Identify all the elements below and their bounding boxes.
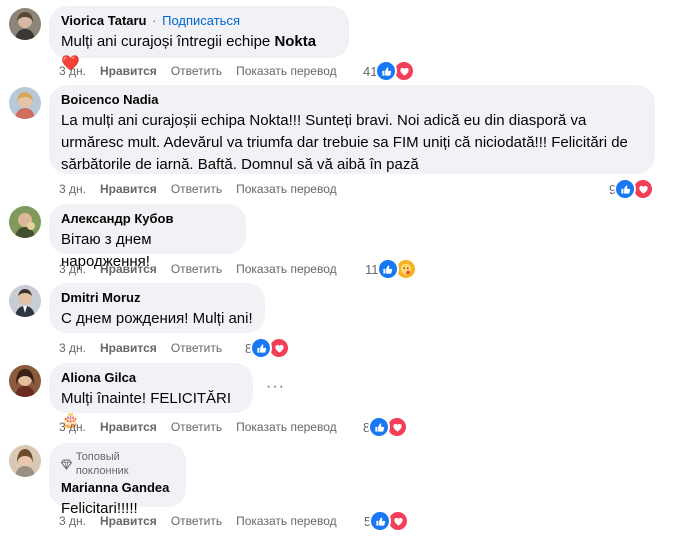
reactions[interactable]: 11: [365, 258, 417, 280]
like-button[interactable]: Нравится: [100, 341, 157, 355]
like-icon: [376, 258, 399, 280]
author-name[interactable]: Viorica Tataru: [61, 13, 147, 28]
reactions[interactable]: 41: [363, 60, 416, 82]
author-name[interactable]: Aliona Gilca: [61, 370, 136, 385]
reactions[interactable]: 5: [364, 510, 410, 532]
translate-button[interactable]: Показать перевод: [236, 420, 337, 434]
translate-button[interactable]: Показать перевод: [236, 182, 337, 196]
reply-button[interactable]: Ответить: [171, 420, 222, 434]
translate-button[interactable]: Показать перевод: [236, 64, 337, 78]
comment-actions: 3 дн. Нравится Ответить Показать перевод: [59, 420, 351, 434]
avatar[interactable]: [9, 445, 41, 477]
like-icon: [614, 178, 637, 200]
like-button[interactable]: Нравится: [100, 182, 157, 196]
avatar[interactable]: [9, 365, 41, 397]
like-icon: [368, 416, 391, 438]
reply-button[interactable]: Ответить: [171, 182, 222, 196]
timestamp[interactable]: 3 дн.: [59, 182, 86, 196]
like-button[interactable]: Нравится: [100, 514, 157, 528]
badge-label: Топовый поклонник: [75, 451, 129, 477]
comment-actions: 3 дн. Нравится Ответить: [59, 341, 236, 355]
comment-bubble: Aliona Gilca Mulți înainte! FELICITĂRI 🎂: [49, 363, 253, 429]
comment-bubble: Dmitri Moruz С днем рождения! Mulți ani!: [49, 283, 265, 333]
timestamp[interactable]: 3 дн.: [59, 341, 86, 355]
comment-actions: 3 дн. Нравится Ответить Показать перевод: [59, 514, 351, 528]
comment-text-part: Mulți ani curajoși întregii echipe: [61, 33, 275, 50]
comment-bubble: Топовый поклонник Marianna Gandea Felici…: [49, 443, 186, 517]
translate-button[interactable]: Показать перевод: [236, 514, 337, 528]
timestamp[interactable]: 3 дн.: [59, 514, 86, 528]
reply-button[interactable]: Ответить: [171, 514, 222, 528]
top-fan-badge: Топовый поклонник: [61, 450, 174, 478]
comment-actions: 3 дн. Нравится Ответить Показать перевод: [59, 182, 351, 196]
author-name[interactable]: Dmitri Moruz: [61, 290, 140, 305]
reactions[interactable]: 8: [363, 416, 409, 438]
separator: ·: [152, 13, 157, 28]
avatar[interactable]: [9, 206, 41, 238]
reply-button[interactable]: Ответить: [171, 341, 222, 355]
avatar[interactable]: [9, 285, 41, 317]
author-name[interactable]: Александр Кубов: [61, 211, 173, 226]
comment-bubble: Boicenco Nadia La mulți ani curajoșii ec…: [49, 85, 655, 174]
reply-button[interactable]: Ответить: [171, 262, 222, 276]
reactions[interactable]: 9: [609, 178, 655, 200]
like-icon: [375, 60, 398, 82]
subscribe-link[interactable]: Подписаться: [162, 13, 240, 28]
like-icon: [369, 510, 392, 532]
comment-text-part: Mulți înainte! FELICITĂRI: [61, 390, 232, 407]
diamond-icon: [61, 458, 72, 470]
avatar[interactable]: [9, 87, 41, 119]
like-button[interactable]: Нравится: [100, 262, 157, 276]
author-name[interactable]: Boicenco Nadia: [61, 92, 159, 107]
comment-bubble: Viorica Tataru · Подписаться Mulți ani c…: [49, 6, 349, 72]
comment-actions: 3 дн. Нравится Ответить Показать перевод: [59, 262, 351, 276]
more-options-icon[interactable]: ···: [266, 378, 285, 396]
author-name[interactable]: Marianna Gandea: [61, 480, 169, 495]
comment-actions: 3 дн. Нравится Ответить Показать перевод: [59, 64, 351, 78]
timestamp[interactable]: 3 дн.: [59, 64, 86, 78]
like-button[interactable]: Нравится: [100, 420, 157, 434]
reply-button[interactable]: Ответить: [171, 64, 222, 78]
timestamp[interactable]: 3 дн.: [59, 420, 86, 434]
like-button[interactable]: Нравится: [100, 64, 157, 78]
comment-text: С днем рождения! Mulți ani!: [61, 310, 253, 327]
translate-button[interactable]: Показать перевод: [236, 262, 337, 276]
avatar[interactable]: [9, 8, 41, 40]
like-icon: [250, 337, 273, 359]
comment-text-bold: Nokta: [274, 33, 317, 50]
comment-bubble: Александр Кубов Вітаю з днем народження!: [49, 204, 246, 270]
reactions[interactable]: 8: [245, 337, 291, 359]
timestamp[interactable]: 3 дн.: [59, 262, 86, 276]
comment-text: La mulți ani curajoșii echipa Nokta!!! S…: [61, 112, 628, 173]
